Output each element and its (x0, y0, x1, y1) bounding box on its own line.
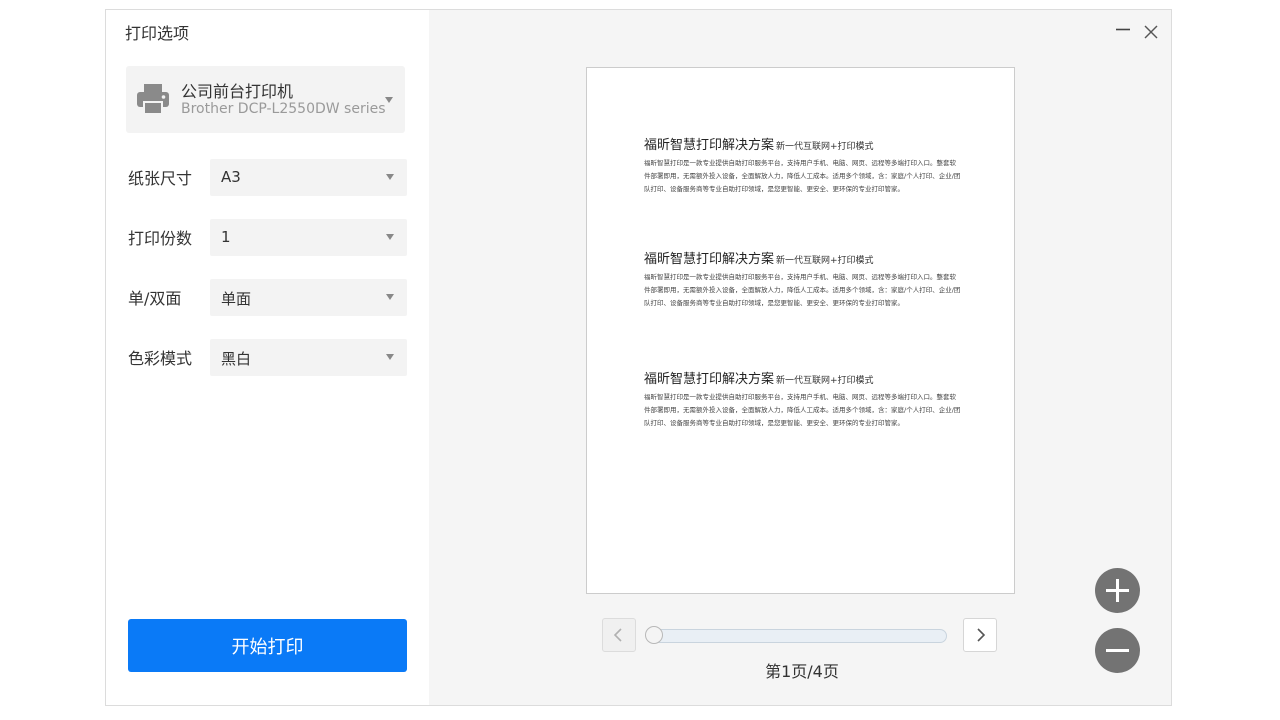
option-label: 色彩模式 (128, 349, 193, 368)
page-slider[interactable] (647, 629, 947, 643)
dialog-title: 打印选项 (125, 24, 190, 43)
chevron-right-icon (977, 628, 986, 642)
page-indicator: 第1页/4页 (765, 662, 839, 681)
block-body: 福昕智慧打印是一款专业提供自助打印服务平台，支持用户手机、电脑、网页、远程等多端… (644, 393, 961, 427)
block-body: 福昕智慧打印是一款专业提供自助打印服务平台，支持用户手机、电脑、网页、远程等多端… (644, 273, 961, 307)
zoom-in-button[interactable] (1095, 568, 1140, 613)
block-subtitle: 新一代互联网+打印模式 (776, 376, 874, 386)
option-copies: 打印份数 1 (128, 219, 407, 256)
block-heading: 福昕智慧打印解决方案 新一代互联网+打印模式 (644, 134, 964, 153)
printer-name: 公司前台打印机 (181, 82, 294, 101)
block-heading: 福昕智慧打印解决方案 新一代互联网+打印模式 (644, 368, 964, 387)
zoom-out-button[interactable] (1095, 628, 1140, 673)
select-value: A3 (221, 168, 241, 186)
options-panel: 打印选项 公司前台打印机 Brother DCP-L2550DW series … (106, 10, 429, 705)
select-value: 1 (221, 228, 231, 246)
printer-model: Brother DCP-L2550DW series (181, 101, 386, 117)
option-color-mode: 色彩模式 黑白 (128, 339, 407, 376)
option-paper-size: 纸张尺寸 A3 (128, 159, 407, 196)
block-subtitle: 新一代互联网+打印模式 (776, 142, 874, 152)
chevron-left-icon (613, 628, 622, 642)
print-dialog: 打印选项 公司前台打印机 Brother DCP-L2550DW series … (105, 9, 1172, 706)
option-label: 纸张尺寸 (128, 169, 193, 188)
printer-select[interactable]: 公司前台打印机 Brother DCP-L2550DW series (126, 66, 405, 133)
block-title: 福昕智慧打印解决方案 (644, 252, 775, 267)
block-body: 福昕智慧打印是一款专业提供自助打印服务平台，支持用户手机、电脑、网页、远程等多端… (644, 159, 961, 193)
option-label: 单/双面 (128, 289, 182, 308)
block-heading: 福昕智慧打印解决方案 新一代互联网+打印模式 (644, 248, 964, 267)
block-title: 福昕智慧打印解决方案 (644, 138, 775, 153)
page-slider-handle[interactable] (645, 626, 663, 644)
preview-block: 福昕智慧打印解决方案 新一代互联网+打印模式 福昕智慧打印是一款专业提供自助打印服… (644, 248, 964, 310)
chevron-down-icon (385, 97, 393, 103)
option-duplex: 单/双面 单面 (128, 279, 407, 316)
chevron-down-icon (386, 354, 394, 360)
next-page-button[interactable] (963, 618, 997, 652)
select-value: 单面 (221, 290, 252, 308)
select-value: 黑白 (221, 350, 252, 368)
option-label: 打印份数 (128, 229, 193, 248)
close-icon[interactable] (1143, 24, 1159, 40)
preview-block: 福昕智慧打印解决方案 新一代互联网+打印模式 福昕智慧打印是一款专业提供自助打印服… (644, 368, 964, 430)
color-mode-select[interactable]: 黑白 (210, 339, 407, 376)
preview-panel: 福昕智慧打印解决方案 新一代互联网+打印模式 福昕智慧打印是一款专业提供自助打印服… (429, 10, 1171, 705)
block-title: 福昕智慧打印解决方案 (644, 372, 775, 387)
prev-page-button[interactable] (602, 618, 636, 652)
chevron-down-icon (386, 174, 394, 180)
chevron-down-icon (386, 234, 394, 240)
chevron-down-icon (386, 294, 394, 300)
start-print-button[interactable]: 开始打印 (128, 619, 407, 672)
preview-page: 福昕智慧打印解决方案 新一代互联网+打印模式 福昕智慧打印是一款专业提供自助打印服… (586, 67, 1015, 594)
block-subtitle: 新一代互联网+打印模式 (776, 256, 874, 266)
duplex-select[interactable]: 单面 (210, 279, 407, 316)
preview-block: 福昕智慧打印解决方案 新一代互联网+打印模式 福昕智慧打印是一款专业提供自助打印服… (644, 134, 964, 196)
minimize-icon[interactable] (1115, 24, 1131, 40)
paper-size-select[interactable]: A3 (210, 159, 407, 196)
copies-select[interactable]: 1 (210, 219, 407, 256)
printer-icon (137, 84, 169, 115)
